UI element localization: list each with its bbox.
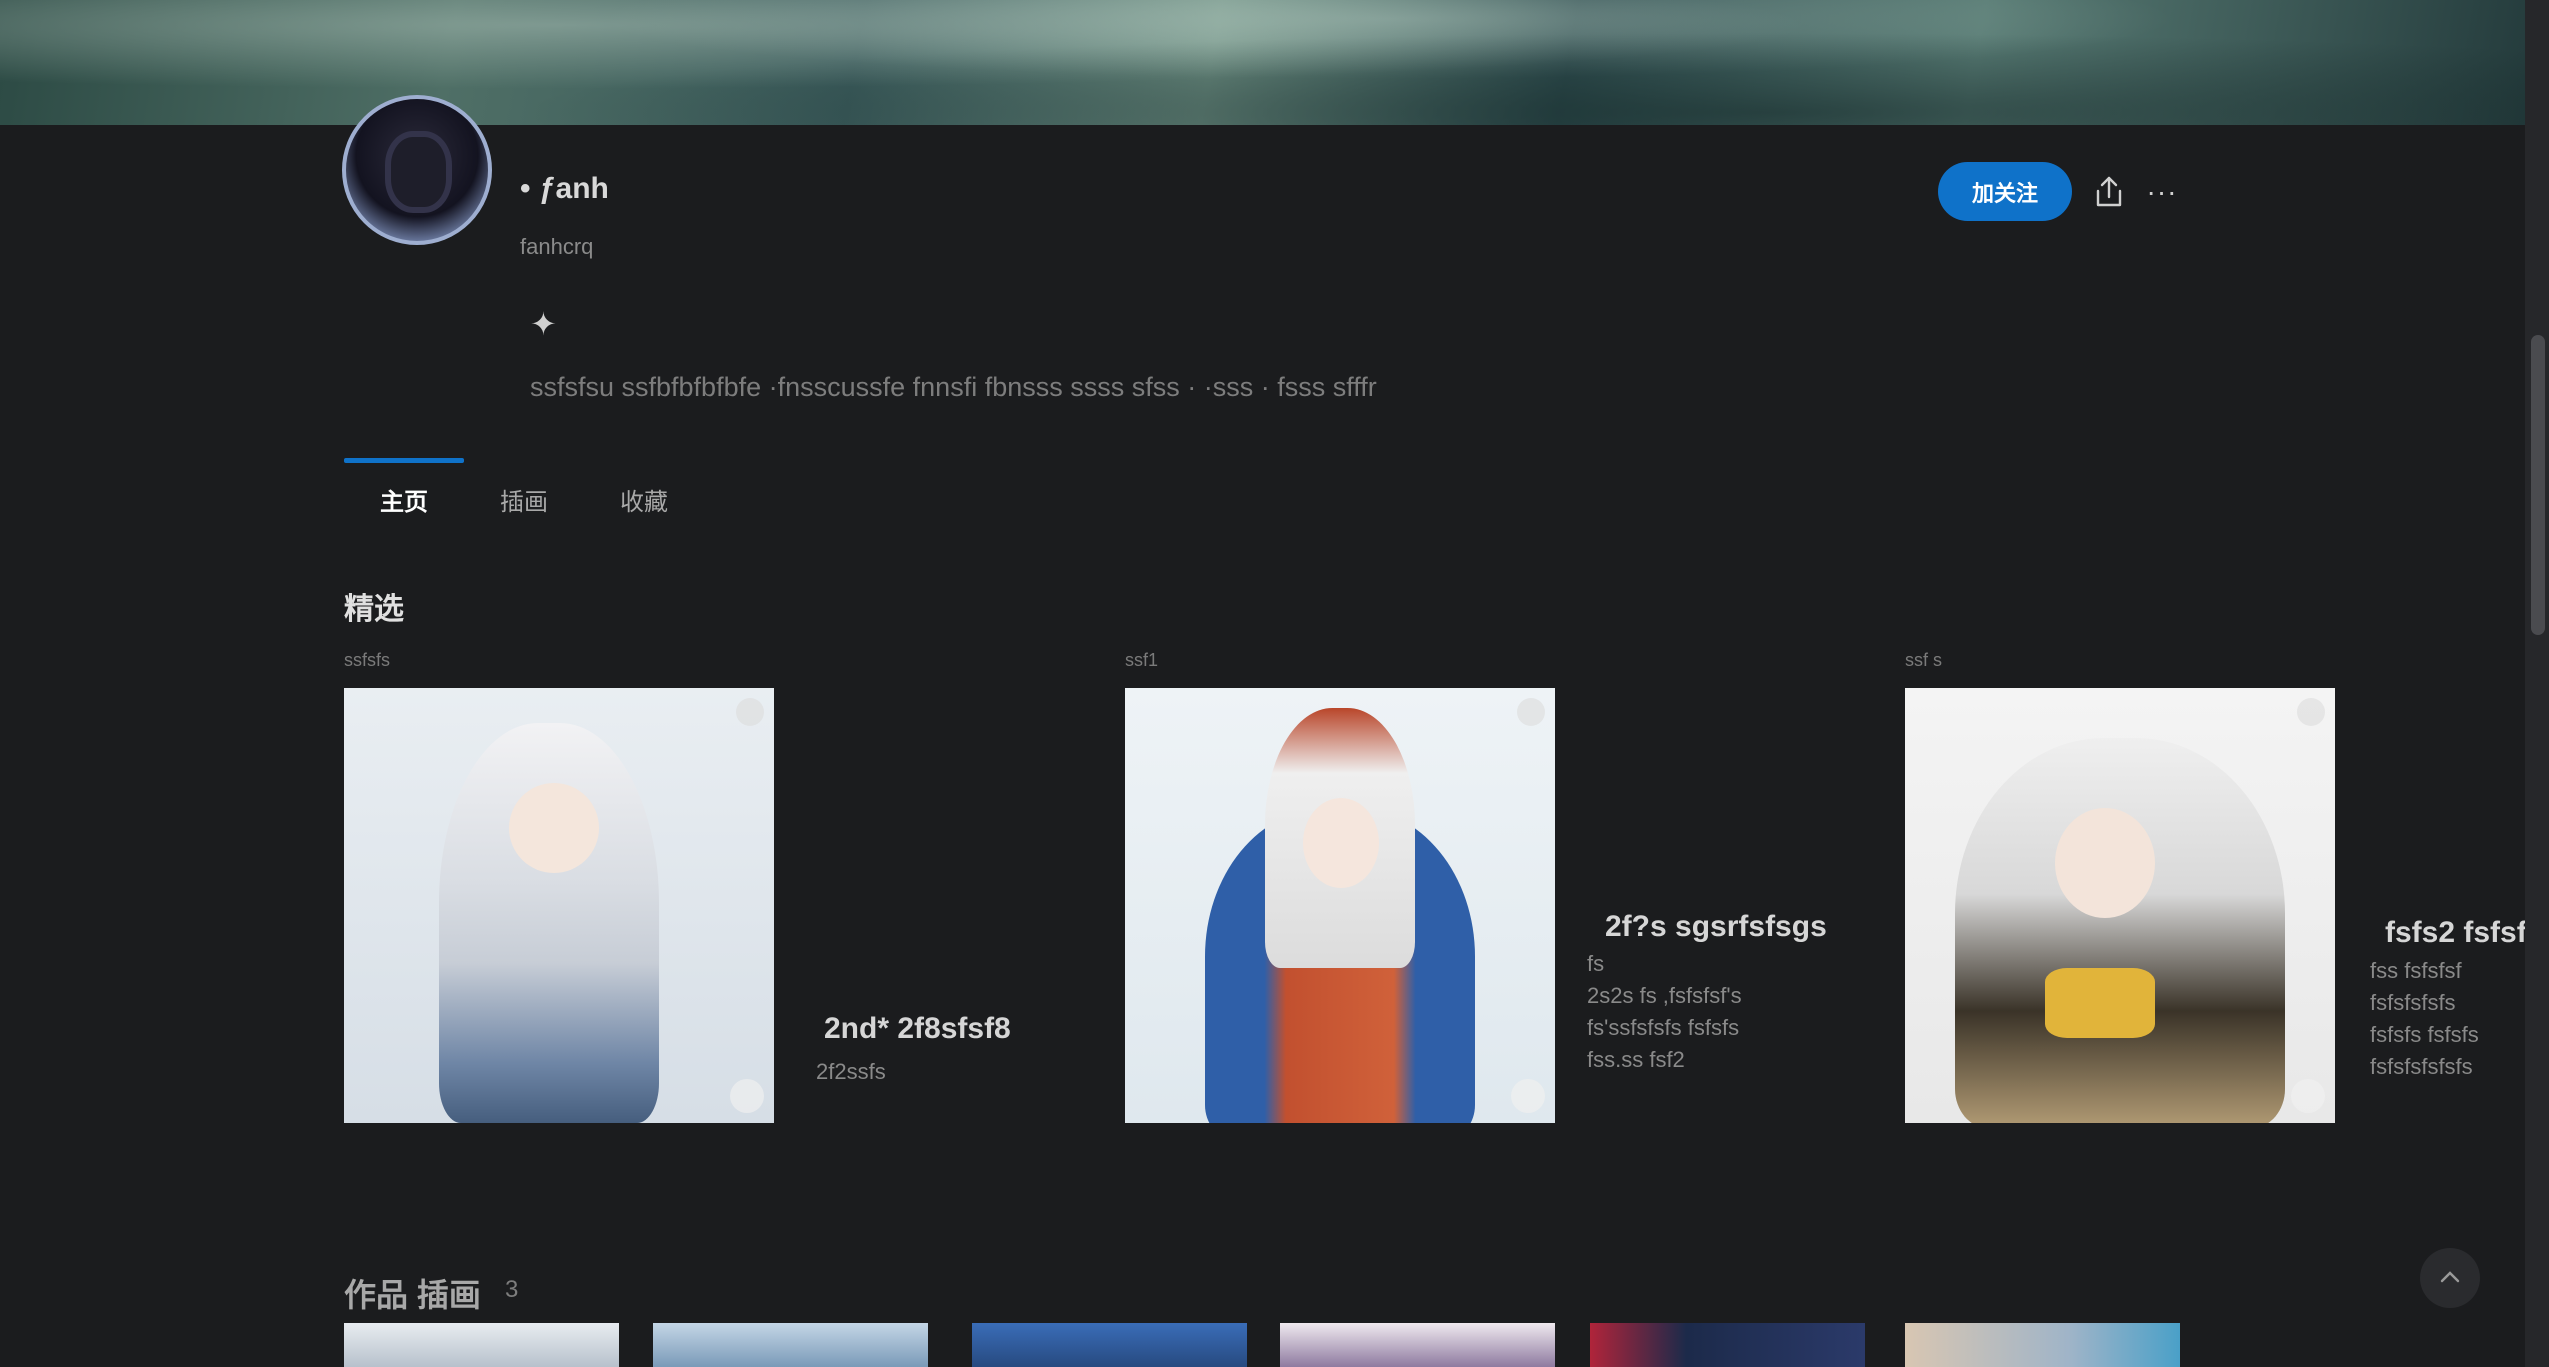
bookmark-icon[interactable] xyxy=(736,698,764,726)
card-title: 2nd* 2f8sfsf8 xyxy=(824,1012,1011,1045)
scrollbar[interactable] xyxy=(2525,0,2549,1367)
featured-card[interactable]: ssf1 2f?s sgsrfsfsgs fs 2s2s fs ,fsfsfsf… xyxy=(1125,650,1885,1130)
profile-id: fanhcrq xyxy=(520,234,594,259)
card-description: fss fsfsfsf fsfsfsfsfs fsfsfs fsfsfs fsf… xyxy=(2370,958,2479,1079)
more-options-button[interactable]: ··· xyxy=(2142,172,2182,212)
tab-indicator xyxy=(344,458,464,463)
avatar[interactable] xyxy=(342,95,492,245)
artwork-thumbnail[interactable] xyxy=(972,1323,1247,1367)
artwork-thumbnail[interactable] xyxy=(1125,688,1555,1123)
card-title: 2f?s sgsrfsfsgs xyxy=(1605,910,1827,943)
card-description: fs 2s2s fs ,fsfsfsf's fs'ssfsfsfs fsfsfs… xyxy=(1587,951,1742,1072)
tab-home[interactable]: 主页 xyxy=(380,482,428,517)
card-date: ssfsfs xyxy=(344,650,391,670)
artwork-thumbnail[interactable] xyxy=(344,1323,619,1367)
bookmark-icon[interactable] xyxy=(1517,698,1545,726)
bookmark-icon[interactable] xyxy=(2297,698,2325,726)
heart-icon[interactable] xyxy=(1511,1079,1545,1113)
scrollbar-thumb[interactable] xyxy=(2531,335,2545,635)
share-icon[interactable] xyxy=(2090,173,2128,211)
follow-button[interactable]: 加关注 xyxy=(1938,162,2072,221)
tab-bookmarks[interactable]: 收藏 xyxy=(620,482,668,517)
card-description: 2f2ssfs xyxy=(816,1059,886,1084)
heart-icon[interactable] xyxy=(2291,1079,2325,1113)
artwork-thumbnail[interactable] xyxy=(344,688,774,1123)
scroll-to-top-button[interactable] xyxy=(2420,1248,2480,1308)
card-title: fsfs2 fsfsfs xyxy=(2385,916,2525,949)
artwork-thumbnail[interactable] xyxy=(1590,1323,1865,1367)
sparkle-icon: ✦ xyxy=(530,306,557,342)
card-date: ssf s xyxy=(1905,650,1943,670)
illustrations-title: 作品 插画 xyxy=(344,1277,481,1313)
profile-bio: ssfsfsu ssfbfbfbfbfe ·fnsscussfe fnnsfi … xyxy=(530,372,1377,402)
artwork-thumbnail[interactable] xyxy=(1905,1323,2180,1367)
featured-card[interactable]: ssf s fsfs2 fsfsfs fss fsfsfsf fsfsfsfsf… xyxy=(1905,650,2525,1130)
featured-card[interactable]: ssfsfs 2nd* 2f8sfsf8 2f2ssfs xyxy=(344,650,1104,1130)
card-date: ssf1 xyxy=(1125,650,1159,670)
featured-title: 精选 xyxy=(344,593,404,626)
tab-illustrations[interactable]: 插画 xyxy=(500,482,548,517)
artwork-thumbnail[interactable] xyxy=(1905,688,2335,1123)
artwork-thumbnail[interactable] xyxy=(1280,1323,1555,1367)
heart-icon[interactable] xyxy=(730,1079,764,1113)
profile-name: • ƒanh xyxy=(520,172,609,205)
illustrations-count: 3 xyxy=(505,1276,519,1303)
artwork-thumbnail[interactable] xyxy=(653,1323,928,1367)
